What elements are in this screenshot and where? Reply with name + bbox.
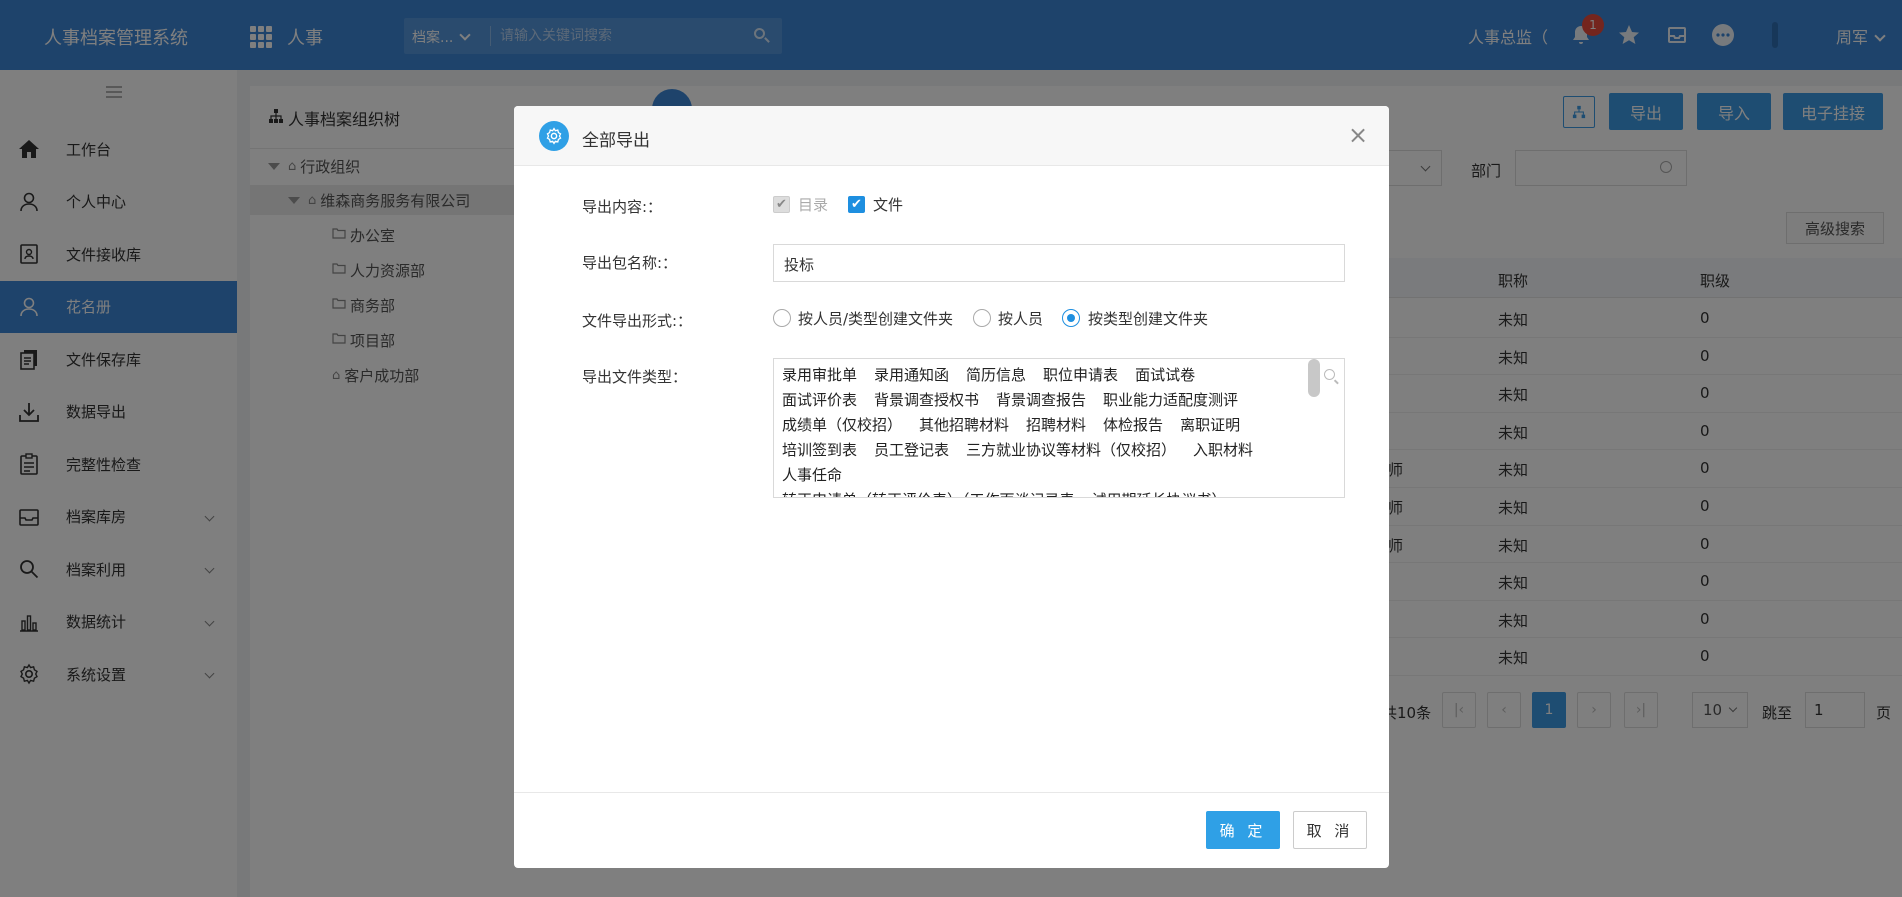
- file-type-row: 转正申请单（转正评价表）（工作面谈记录表 试用期延长协议书）: [782, 489, 1244, 497]
- export-format-label: 文件导出形式:：: [582, 312, 693, 330]
- file-type-tag[interactable]: 职业能力适配度测评: [1103, 391, 1238, 409]
- format-radio-person[interactable]: [973, 309, 991, 327]
- gear-icon: [539, 121, 569, 151]
- file-types-selector[interactable]: 录用审批单 录用通知函 简历信息 职位申请表 面试试卷 面试评价表 背景调查授权书 背景调查报…: [773, 358, 1345, 498]
- file-type-tag[interactable]: 职位申请表: [1043, 366, 1118, 384]
- cancel-button[interactable]: 取 消: [1293, 811, 1367, 849]
- file-type-tag[interactable]: 录用通知函: [874, 366, 949, 384]
- file-type-tag[interactable]: 录用审批单: [782, 366, 857, 384]
- file-type-tag[interactable]: 转正申请单（转正评价表）（工作面谈记录表: [782, 491, 1075, 497]
- format-option-label[interactable]: 按人员: [998, 308, 1043, 329]
- file-type-row: 人事任命: [782, 464, 859, 485]
- package-name-input[interactable]: 投标: [773, 244, 1345, 282]
- dialog-title: 全部导出: [582, 131, 650, 151]
- divider: [514, 792, 1389, 793]
- file-type-tag[interactable]: 入职材料: [1193, 441, 1253, 459]
- file-type-tag[interactable]: 试用期延长协议书）: [1092, 491, 1227, 497]
- export-all-dialog: 全部导出 × 导出内容:： ✔ 目录 ✔ 文件 导出包名称:： 投标 文件导出形…: [514, 106, 1389, 868]
- file-type-row: 成绩单（仅校招） 其他招聘材料 招聘材料 体检报告 离职证明: [782, 414, 1257, 435]
- format-radio-type[interactable]: [1062, 309, 1080, 327]
- search-icon[interactable]: [1324, 369, 1340, 385]
- file-type-tag[interactable]: 体检报告: [1103, 416, 1163, 434]
- file-type-tag[interactable]: 离职证明: [1180, 416, 1240, 434]
- file-type-tag[interactable]: 培训签到表: [782, 441, 857, 459]
- format-option-label[interactable]: 按类型创建文件夹: [1088, 308, 1208, 329]
- dialog-header: 全部导出 ×: [514, 106, 1389, 166]
- file-type-tag[interactable]: 背景调查报告: [996, 391, 1086, 409]
- file-type-row: 录用审批单 录用通知函 简历信息 职位申请表 面试试卷: [782, 364, 1212, 385]
- file-type-tag[interactable]: 其他招聘材料: [919, 416, 1009, 434]
- file-checkbox[interactable]: ✔: [848, 196, 865, 213]
- package-name-label: 导出包名称:：: [582, 254, 678, 272]
- format-option-label[interactable]: 按人员/类型创建文件夹: [798, 308, 953, 329]
- file-type-tag[interactable]: 简历信息: [966, 366, 1026, 384]
- file-type-tag[interactable]: 三方就业协议等材料（仅校招）: [966, 441, 1176, 459]
- format-radio-person-type[interactable]: [773, 309, 791, 327]
- file-type-tag[interactable]: 成绩单（仅校招）: [782, 416, 902, 434]
- close-icon[interactable]: ×: [1346, 123, 1370, 148]
- file-type-row: 培训签到表 员工登记表 三方就业协议等材料（仅校招） 入职材料: [782, 439, 1270, 460]
- file-option-label[interactable]: 文件: [873, 194, 903, 215]
- file-type-tag[interactable]: 背景调查授权书: [874, 391, 979, 409]
- scrollbar[interactable]: [1308, 359, 1320, 397]
- file-type-tag[interactable]: 员工登记表: [874, 441, 949, 459]
- file-type-tag[interactable]: 面试试卷: [1135, 366, 1195, 384]
- confirm-button[interactable]: 确 定: [1206, 811, 1280, 849]
- file-type-tag[interactable]: 面试评价表: [782, 391, 857, 409]
- catalog-checkbox: ✔: [773, 196, 790, 213]
- file-types-label: 导出文件类型：: [582, 368, 688, 386]
- export-content-label: 导出内容:：: [582, 198, 663, 216]
- catalog-option-label: 目录: [798, 196, 829, 214]
- file-type-tag[interactable]: 招聘材料: [1026, 416, 1086, 434]
- file-type-row: 面试评价表 背景调查授权书 背景调查报告 职业能力适配度测评: [782, 389, 1255, 410]
- file-type-tag[interactable]: 人事任命: [782, 466, 842, 484]
